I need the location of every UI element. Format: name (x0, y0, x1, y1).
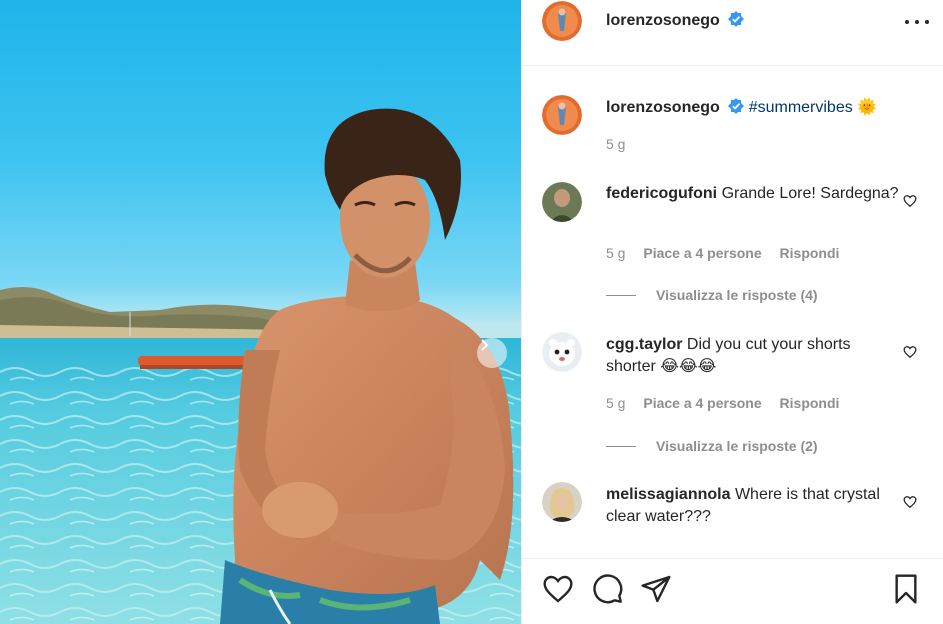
action-bar (522, 558, 943, 624)
comment-username[interactable]: federicogufoni (606, 185, 717, 202)
avatar-image (542, 1, 582, 41)
caption: lorenzosonego #summervibes 🌞 (606, 97, 903, 119)
comment-text: Grande Lore! Sardegna? (721, 185, 899, 202)
comment-username[interactable]: melissagiannola (606, 486, 731, 503)
avatar-image (542, 332, 582, 372)
caption-author-avatar[interactable] (542, 95, 582, 135)
comment-1: federicogufoni Grande Lore! Sardegna? (606, 183, 903, 205)
comment-3: melissagiannola Where is that crystal cl… (606, 484, 903, 528)
divider-line (606, 294, 636, 296)
view-replies-button[interactable]: Visualizza le risposte (2) (606, 438, 818, 454)
next-photo-button[interactable] (477, 338, 507, 368)
dot-icon (905, 20, 909, 24)
comment-meta: 5 g Piace a 4 persone Rispondi (606, 245, 853, 261)
comment-likes[interactable]: Piace a 4 persone (643, 395, 761, 411)
post-side-panel: lorenzosonego lorenzosonego #summervibes… (521, 0, 943, 624)
post-photo[interactable] (0, 0, 521, 624)
beach-photo (0, 108, 521, 624)
dot-icon (915, 20, 919, 24)
comment-icon[interactable] (592, 573, 624, 605)
reply-button[interactable]: Rispondi (780, 245, 840, 261)
avatar-image (542, 95, 582, 135)
instagram-post: lorenzosonego lorenzosonego #summervibes… (0, 0, 943, 624)
comment-meta: 5 g Piace a 4 persone Rispondi (606, 395, 853, 411)
avatar-image (542, 182, 582, 222)
author-avatar[interactable] (542, 1, 582, 41)
verified-badge-icon (728, 98, 745, 114)
avatar-image (542, 482, 582, 522)
comment-likes[interactable]: Piace a 4 persone (643, 245, 761, 261)
view-replies-label: Visualizza le risposte (4) (656, 287, 818, 303)
view-replies-label: Visualizza le risposte (2) (656, 438, 818, 454)
caption-time: 5 g (606, 136, 626, 152)
comment-like-heart-icon[interactable] (903, 345, 917, 359)
comment-username[interactable]: cgg.taylor (606, 336, 682, 353)
chevron-right-icon (481, 339, 489, 351)
comment-2: cgg.taylor Did you cut your shorts short… (606, 334, 903, 378)
caption-emoji: 🌞 (857, 99, 878, 116)
post-header: lorenzosonego (522, 0, 943, 66)
caption-meta: 5 g (606, 136, 639, 152)
comment-like-heart-icon[interactable] (903, 194, 917, 208)
comment-time: 5 g (606, 395, 626, 411)
share-icon[interactable] (640, 573, 672, 605)
comment-avatar[interactable] (542, 482, 582, 522)
comment-avatar[interactable] (542, 332, 582, 372)
comment-like-heart-icon[interactable] (903, 495, 917, 509)
divider-line (606, 445, 636, 447)
caption-hashtag[interactable]: #summervibes (749, 99, 853, 116)
comment-avatar[interactable] (542, 182, 582, 222)
author-username[interactable]: lorenzosonego (606, 12, 720, 29)
reply-button[interactable]: Rispondi (780, 395, 840, 411)
dot-icon (925, 20, 929, 24)
heart-icon[interactable] (542, 573, 574, 605)
bookmark-icon[interactable] (890, 573, 922, 605)
verified-badge-icon (728, 11, 745, 27)
comment-time: 5 g (606, 245, 626, 261)
caption-username[interactable]: lorenzosonego (606, 99, 720, 116)
view-replies-button[interactable]: Visualizza le risposte (4) (606, 287, 818, 303)
more-options-button[interactable] (905, 14, 929, 30)
